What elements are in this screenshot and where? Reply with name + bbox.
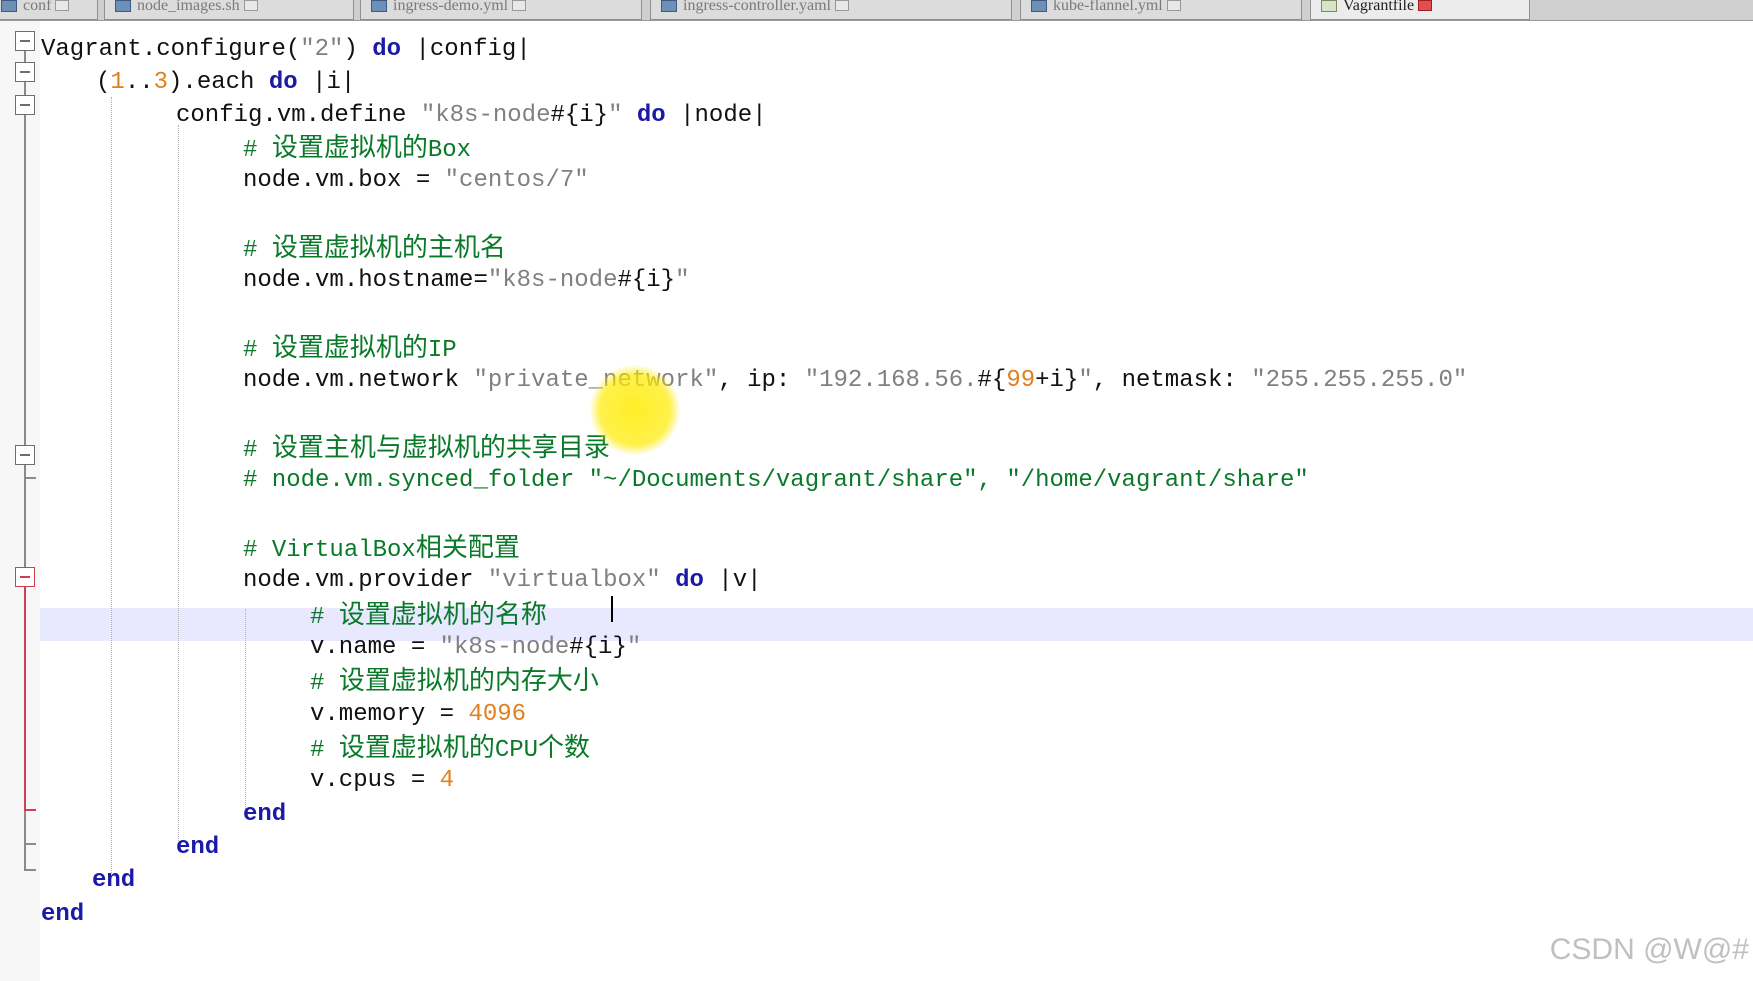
fold-line (24, 115, 26, 445)
code-line-end: end (176, 834, 220, 861)
file-icon (1321, 0, 1337, 12)
file-icon (661, 0, 677, 12)
fold-line (24, 82, 26, 95)
code-line-5: node.vm.box = "centos/7" (243, 167, 589, 194)
code-line-8: node.vm.hostname="k8s-node#{i}" (243, 267, 690, 294)
file-icon (371, 0, 387, 12)
fold-toggle-icon[interactable] (15, 445, 35, 465)
fold-toggle-icon[interactable] (15, 62, 35, 82)
code-line-3: config.vm.define "k8s-node#{i}" do |node… (176, 102, 767, 129)
code-comment: # 设置主机与虚拟机的共享目录 (243, 433, 610, 464)
tab-ingress-controller[interactable]: ingress-controller.yaml (650, 0, 1012, 20)
code-comment: # 设置虚拟机的内存大小 (310, 666, 599, 697)
text-cursor (611, 596, 613, 622)
code-comment: # 设置虚拟机的主机名 (243, 233, 506, 264)
tab-label: ingress-demo.yml (393, 0, 509, 14)
indent-guide (111, 97, 112, 873)
file-icon (1, 0, 17, 12)
tab-label: node_images.sh (137, 0, 240, 14)
close-icon[interactable] (243, 0, 258, 11)
indent-guide (245, 609, 246, 811)
code-comment: # 设置虚拟机的Box (243, 133, 472, 164)
fold-toggle-icon[interactable] (15, 95, 35, 115)
fold-end-marker (26, 843, 36, 845)
tab-vagrantfile[interactable]: Vagrantfile (1310, 0, 1530, 20)
tab-label: ingress-controller.yaml (683, 0, 831, 14)
code-line-23: v.cpus = 4 (310, 767, 455, 794)
fold-line (24, 51, 26, 62)
fold-end-marker (26, 809, 36, 811)
fold-toggle-icon[interactable] (15, 31, 35, 51)
tab-ingress-demo[interactable]: ingress-demo.yml (360, 0, 642, 20)
indent-guide (178, 125, 179, 841)
code-comment: # node.vm.synced_folder "~/Documents/vag… (243, 467, 1309, 494)
fold-line (24, 587, 26, 811)
file-icon (1031, 0, 1047, 12)
code-line-2: (1..3).each do |i| (96, 69, 356, 96)
close-icon[interactable] (512, 0, 527, 11)
code-comment: # 设置虚拟机的CPU个数 (310, 733, 591, 764)
code-line-1: Vagrant.configure("2") do |config| (41, 36, 531, 63)
fold-toggle-icon[interactable] (15, 567, 35, 587)
tab-label: conf (23, 0, 52, 14)
code-line-end: end (243, 801, 287, 828)
code-line-11: node.vm.network "private_network", ip: "… (243, 367, 1468, 394)
code-line-17: node.vm.provider "virtualbox" do |v| (243, 567, 762, 594)
code-line-19: v.name = "k8s-node#{i}" (310, 634, 642, 661)
tab-kube-flannel[interactable]: kube-flannel.yml (1020, 0, 1302, 20)
close-icon[interactable] (1166, 0, 1181, 11)
code-line-21: v.memory = 4096 (310, 701, 527, 728)
tab-bar: conf node_images.sh ingress-demo.yml ing… (0, 0, 1753, 21)
tab-label: Vagrantfile (1343, 0, 1415, 14)
fold-end-marker (26, 477, 36, 479)
code-editor[interactable]: Vagrant.configure("2") do |config| (1..3… (0, 21, 1753, 981)
code-comment: # 设置虚拟机的IP (243, 333, 457, 364)
close-icon[interactable] (55, 0, 70, 11)
code-comment: # 设置虚拟机的名称 (310, 600, 547, 631)
code-line-end: end (41, 901, 85, 928)
mouse-highlight-spot (590, 365, 680, 455)
current-line-highlight (40, 608, 1753, 641)
tab-label: kube-flannel.yml (1053, 0, 1163, 14)
close-icon[interactable] (1418, 0, 1433, 11)
fold-line (24, 811, 26, 871)
tab-node-images[interactable]: node_images.sh (104, 0, 354, 20)
watermark: CSDN @W@# (1549, 933, 1749, 966)
code-line-end: end (92, 867, 136, 894)
file-icon (115, 0, 131, 12)
tab-conf[interactable]: conf (0, 0, 98, 20)
close-icon[interactable] (834, 0, 849, 11)
code-comment: # VirtualBox相关配置 (243, 533, 520, 564)
fold-end-marker (26, 869, 36, 871)
